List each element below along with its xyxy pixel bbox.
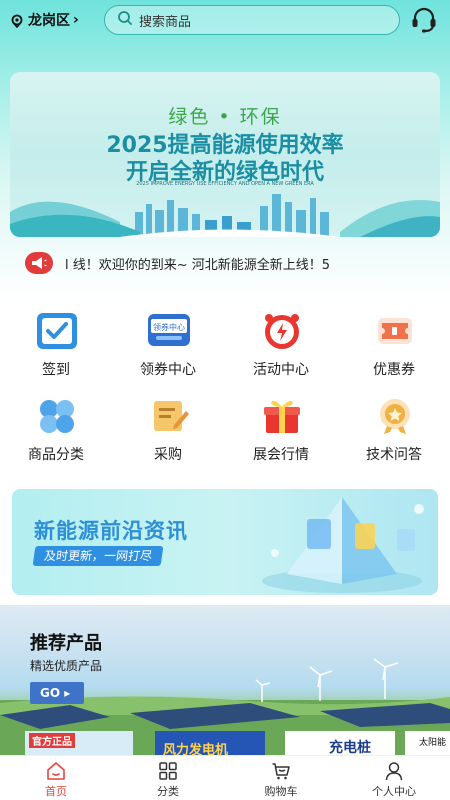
feature-grid: 签到 领券中心 领券中心 活动中心 优惠券 商品分类 采购 展会行情 技术问答 bbox=[0, 306, 450, 476]
grid-label: 活动中心 bbox=[253, 362, 309, 378]
tab-category[interactable]: 分类 bbox=[112, 756, 224, 800]
tab-home[interactable]: 首页 bbox=[0, 756, 112, 800]
grid-icon bbox=[158, 761, 178, 781]
top-header: 龙岗区 › 搜索商品 bbox=[0, 0, 450, 40]
grid-item-purchase[interactable]: 采购 bbox=[112, 391, 224, 471]
grid-label: 签到 bbox=[42, 362, 70, 378]
customer-service-headset-icon[interactable] bbox=[408, 4, 440, 36]
news-promo-banner[interactable]: 新能源前沿资讯 及时更新，一网打尽 bbox=[12, 489, 438, 595]
gift-box-icon bbox=[261, 397, 303, 435]
product-card[interactable]: 充电桩 bbox=[285, 731, 395, 755]
user-icon bbox=[384, 761, 404, 781]
cart-icon bbox=[271, 761, 291, 781]
location-label: 龙岗区 bbox=[28, 13, 70, 29]
grid-item-activity-center[interactable]: 活动中心 bbox=[225, 306, 337, 386]
product-tag: 太阳能 bbox=[419, 738, 447, 748]
tab-label: 首页 bbox=[45, 785, 67, 798]
product-card[interactable]: 太阳能 bbox=[405, 731, 450, 755]
home-icon bbox=[46, 761, 66, 781]
grid-item-exhibition[interactable]: 展会行情 bbox=[225, 391, 337, 471]
announcement-bar[interactable]: l 线！欢迎你的到来~ 河北新能源全新上线！5 bbox=[25, 250, 430, 276]
check-calendar-icon bbox=[36, 312, 78, 350]
promo-title: 新能源前沿资讯 bbox=[34, 519, 188, 543]
product-tag: 官方正品 bbox=[29, 733, 75, 748]
tab-cart[interactable]: 购物车 bbox=[225, 756, 337, 800]
grid-label: 商品分类 bbox=[28, 447, 84, 463]
banner-line1: 绿色 • 环保 bbox=[168, 106, 282, 128]
search-input[interactable]: 搜索商品 bbox=[104, 5, 400, 35]
grid-label: 技术问答 bbox=[366, 447, 422, 463]
grid-item-tech-qa[interactable]: 技术问答 bbox=[338, 391, 450, 471]
megaphone-icon bbox=[25, 252, 53, 274]
recommend-subtitle: 精选优质产品 bbox=[30, 659, 103, 673]
alarm-clock-icon bbox=[261, 312, 303, 350]
glass-pyramid-illustration bbox=[262, 497, 424, 593]
main-banner[interactable]: 绿色 • 环保 2025提高能源使用效率 开启全新的绿色时代 2025 IMPR… bbox=[10, 72, 440, 237]
product-card[interactable]: 官方正品 bbox=[25, 731, 133, 755]
grid-item-coupon-center[interactable]: 领券中心 领券中心 bbox=[112, 306, 224, 386]
grid-label: 优惠券 bbox=[373, 362, 415, 378]
tab-profile[interactable]: 个人中心 bbox=[338, 756, 450, 800]
coupon-icon-text: 领券中心 bbox=[153, 322, 185, 332]
grid-label: 采购 bbox=[154, 447, 182, 463]
search-placeholder: 搜索商品 bbox=[139, 14, 192, 30]
location-selector[interactable]: 龙岗区 › bbox=[10, 10, 79, 30]
coupon-center-icon: 领券中心 bbox=[148, 312, 190, 350]
product-tag: 充电桩 bbox=[329, 740, 371, 755]
grid-item-coupons[interactable]: 优惠券 bbox=[338, 306, 450, 386]
category-icon bbox=[36, 397, 78, 435]
grid-label: 领券中心 bbox=[140, 362, 196, 378]
bottom-tab-bar: 首页 分类 购物车 个人中心 bbox=[0, 755, 450, 800]
product-tag: 风力发电机 bbox=[163, 743, 229, 755]
go-button[interactable]: GO ▸ bbox=[30, 682, 84, 704]
search-icon bbox=[117, 10, 133, 30]
tab-label: 购物车 bbox=[264, 785, 298, 798]
location-pin-icon bbox=[10, 13, 24, 29]
medal-icon bbox=[374, 397, 416, 435]
recommend-title: 推荐产品 bbox=[30, 633, 102, 654]
product-card[interactable]: 风力发电机 bbox=[155, 731, 265, 755]
tab-label: 分类 bbox=[157, 785, 179, 798]
grid-item-categories[interactable]: 商品分类 bbox=[0, 391, 112, 471]
promo-tagline: 及时更新，一网打尽 bbox=[32, 546, 164, 566]
grid-label: 展会行情 bbox=[253, 447, 309, 463]
tab-label: 个人中心 bbox=[372, 785, 416, 798]
grid-item-signin[interactable]: 签到 bbox=[0, 306, 112, 386]
chevron-right-icon: › bbox=[73, 12, 79, 28]
go-label: GO bbox=[40, 686, 61, 700]
recommend-section[interactable]: 推荐产品 精选优质产品 GO ▸ 官方正品 风力发电机 充电桩 太阳能 bbox=[0, 605, 450, 755]
purchase-note-icon bbox=[148, 397, 190, 435]
ticket-icon bbox=[374, 312, 416, 350]
announcement-text: l 线！欢迎你的到来~ 河北新能源全新上线！5 bbox=[65, 257, 331, 273]
city-skyline-illustration bbox=[10, 194, 440, 237]
